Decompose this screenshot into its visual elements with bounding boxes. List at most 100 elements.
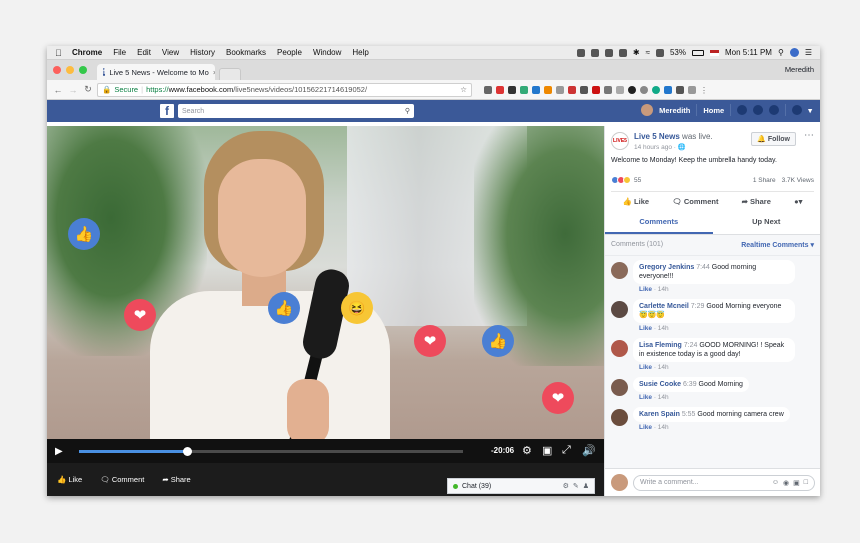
comment-age[interactable]: 14h [658, 394, 669, 401]
profile-link[interactable]: Meredith [659, 106, 690, 115]
popout-icon[interactable]: ▣ [542, 444, 552, 457]
extension-icon[interactable] [532, 85, 540, 94]
home-link[interactable]: Home [703, 106, 724, 115]
extension-icon[interactable] [688, 85, 696, 94]
account-menu-icon[interactable]: ▾ [808, 106, 812, 115]
video-player[interactable]: 👍 ❤ 👍 😆 ❤ 👍 ❤ [47, 126, 604, 439]
follow-button[interactable]: 🔔 Follow [751, 132, 796, 146]
extension-icon[interactable] [640, 85, 648, 94]
camera-icon[interactable]: ◉ [783, 479, 789, 487]
notifications-icon[interactable]: ☰ [805, 48, 812, 57]
comment-video-time[interactable]: 5:55 [682, 411, 696, 418]
menu-window[interactable]: Window [313, 48, 341, 57]
zoom-window-button[interactable] [79, 66, 87, 74]
comment-age[interactable]: 14h [658, 364, 669, 371]
video-progress-bar[interactable] [79, 447, 463, 456]
extension-icon[interactable] [496, 85, 504, 94]
fullscreen-icon[interactable]: ⤢ [562, 444, 571, 457]
extension-icon[interactable] [520, 85, 528, 94]
chat-settings-icon[interactable]: ⚙ [563, 482, 569, 490]
menu-bookmarks[interactable]: Bookmarks [226, 48, 266, 57]
comment-button[interactable]: 🗨 Comment [672, 197, 718, 206]
extension-icon[interactable] [652, 85, 660, 94]
sticker-icon[interactable]: □ [804, 479, 808, 487]
reaction-count[interactable]: 55 [634, 177, 641, 184]
messages-icon[interactable] [753, 105, 764, 115]
profile-name[interactable]: Meredith [785, 65, 814, 74]
user-avatar-icon[interactable] [789, 48, 799, 57]
comment-age[interactable]: 14h [658, 286, 669, 293]
menu-app-name[interactable]: Chrome [72, 48, 102, 57]
help-icon[interactable] [792, 105, 803, 115]
comment-input[interactable]: Write a comment... ☺ ◉ ▣ □ [633, 474, 815, 491]
comment-video-time[interactable]: 7:24 [684, 342, 698, 349]
avatar[interactable] [611, 262, 628, 279]
extension-icon[interactable] [676, 85, 684, 94]
facebook-search-input[interactable]: Search ⚲ [178, 104, 414, 118]
share-count[interactable]: 1 Share [753, 177, 776, 184]
bookmark-star-icon[interactable]: ☆ [460, 85, 467, 94]
settings-gear-icon[interactable]: ⚙ [522, 444, 532, 457]
comment-like-link[interactable]: Like [639, 325, 652, 332]
extension-icon[interactable] [592, 85, 600, 94]
extension-icon[interactable] [616, 85, 624, 94]
url-input[interactable]: 🔒 Secure | https://www.facebook.com/live… [97, 82, 472, 97]
status-icon[interactable] [604, 48, 613, 57]
avatar[interactable] [611, 409, 628, 426]
comment-sort-dropdown[interactable]: Realtime Comments ▾ [741, 241, 814, 249]
reload-icon[interactable]: ↻ [82, 84, 94, 95]
comment-like-link[interactable]: Like [639, 286, 652, 293]
extension-icon[interactable] [484, 85, 492, 94]
emoji-icon[interactable]: ☺ [772, 479, 779, 487]
flag-icon[interactable] [709, 49, 719, 56]
friend-requests-icon[interactable] [737, 105, 748, 115]
video-share-button[interactable]: ➦ Share [162, 475, 190, 484]
status-icon[interactable] [590, 48, 599, 57]
share-button[interactable]: ➦ Share [742, 197, 771, 206]
chat-group-icon[interactable]: ♟ [583, 482, 589, 490]
forward-icon[interactable]: → [67, 85, 79, 95]
tab-up-next[interactable]: Up Next [713, 211, 821, 234]
comment-age[interactable]: 14h [658, 325, 669, 332]
avatar[interactable] [641, 104, 654, 116]
commenter-name[interactable]: Karen Spain [639, 411, 680, 418]
extension-icon[interactable] [544, 85, 552, 94]
back-icon[interactable]: ← [52, 85, 64, 95]
post-time[interactable]: 14 hours ago · 🌐 [634, 143, 713, 151]
like-button[interactable]: 👍 Like [623, 197, 649, 206]
menu-view[interactable]: View [162, 48, 179, 57]
extension-icon[interactable] [508, 85, 516, 94]
avatar[interactable] [611, 301, 628, 318]
volume-icon[interactable]: 🔊 [582, 444, 596, 457]
comment-like-link[interactable]: Like [639, 424, 652, 431]
spotlight-icon[interactable]: ⚲ [778, 48, 784, 57]
close-tab-icon[interactable]: × [213, 68, 215, 77]
menu-edit[interactable]: Edit [137, 48, 151, 57]
extension-icon[interactable] [568, 85, 576, 94]
extension-icon[interactable] [604, 85, 612, 94]
extension-icon[interactable] [580, 85, 588, 94]
progress-knob[interactable] [182, 447, 192, 456]
comment-like-link[interactable]: Like [639, 364, 652, 371]
commenter-name[interactable]: Susie Cooke [639, 381, 681, 388]
apple-icon[interactable]:  [55, 48, 64, 58]
menu-help[interactable]: Help [352, 48, 368, 57]
page-name-link[interactable]: Live 5 News [634, 132, 680, 141]
minimize-window-button[interactable] [66, 66, 74, 74]
avatar[interactable] [611, 379, 628, 396]
comment-video-time[interactable]: 7:44 [696, 264, 710, 271]
airplay-icon[interactable] [655, 48, 664, 57]
play-icon[interactable]: ▶ [55, 446, 63, 457]
wifi-icon[interactable]: ≈ [646, 48, 650, 57]
commenter-name[interactable]: Gregory Jenkins [639, 264, 694, 271]
more-options-icon[interactable]: ⋯ [804, 131, 814, 141]
chat-sidebar-toggle[interactable]: Chat (39) ⚙ ✎ ♟ [447, 478, 595, 494]
status-icon[interactable] [618, 48, 627, 57]
menu-kebab-icon[interactable]: ⋮ [700, 86, 708, 95]
avatar[interactable] [611, 340, 628, 357]
extension-icon[interactable] [556, 85, 564, 94]
search-icon[interactable]: ⚲ [405, 107, 410, 115]
comment-video-time[interactable]: 6:39 [683, 381, 697, 388]
commenter-name[interactable]: Lisa Fleming [639, 342, 682, 349]
video-like-button[interactable]: 👍 Like [57, 475, 82, 484]
